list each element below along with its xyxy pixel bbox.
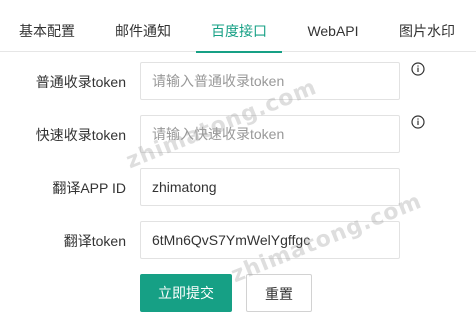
tab-image-watermark[interactable]: 图片水印 xyxy=(398,0,456,52)
app-id-input[interactable] xyxy=(140,168,400,206)
translate-token-input[interactable] xyxy=(140,221,400,259)
submit-button[interactable]: 立即提交 xyxy=(140,274,232,312)
tab-email-notify[interactable]: 邮件通知 xyxy=(114,0,172,52)
tab-basic-config[interactable]: 基本配置 xyxy=(18,0,76,52)
form-row-fast-token: 快速收录token xyxy=(0,115,476,155)
reset-button[interactable]: 重置 xyxy=(246,274,312,312)
info-circle-icon[interactable] xyxy=(411,62,425,76)
normal-token-label: 普通收录token xyxy=(35,74,126,90)
form-row-translate-token: 翻译token xyxy=(0,221,476,261)
info-circle-icon[interactable] xyxy=(411,115,425,129)
normal-token-input[interactable] xyxy=(140,62,400,100)
app-id-label: 翻译APP ID xyxy=(52,180,126,196)
fast-token-label: 快速收录token xyxy=(35,127,126,143)
tab-baidu-api[interactable]: 百度接口 xyxy=(196,0,282,53)
translate-token-label: 翻译token xyxy=(63,233,126,249)
fast-token-input[interactable] xyxy=(140,115,400,153)
tab-webapi[interactable]: WebAPI xyxy=(306,0,360,52)
form-row-app-id: 翻译APP ID xyxy=(0,168,476,208)
tab-bar: 基本配置 邮件通知 百度接口 WebAPI 图片水印 xyxy=(0,0,476,53)
form-row-normal-token: 普通收录token xyxy=(0,62,476,102)
